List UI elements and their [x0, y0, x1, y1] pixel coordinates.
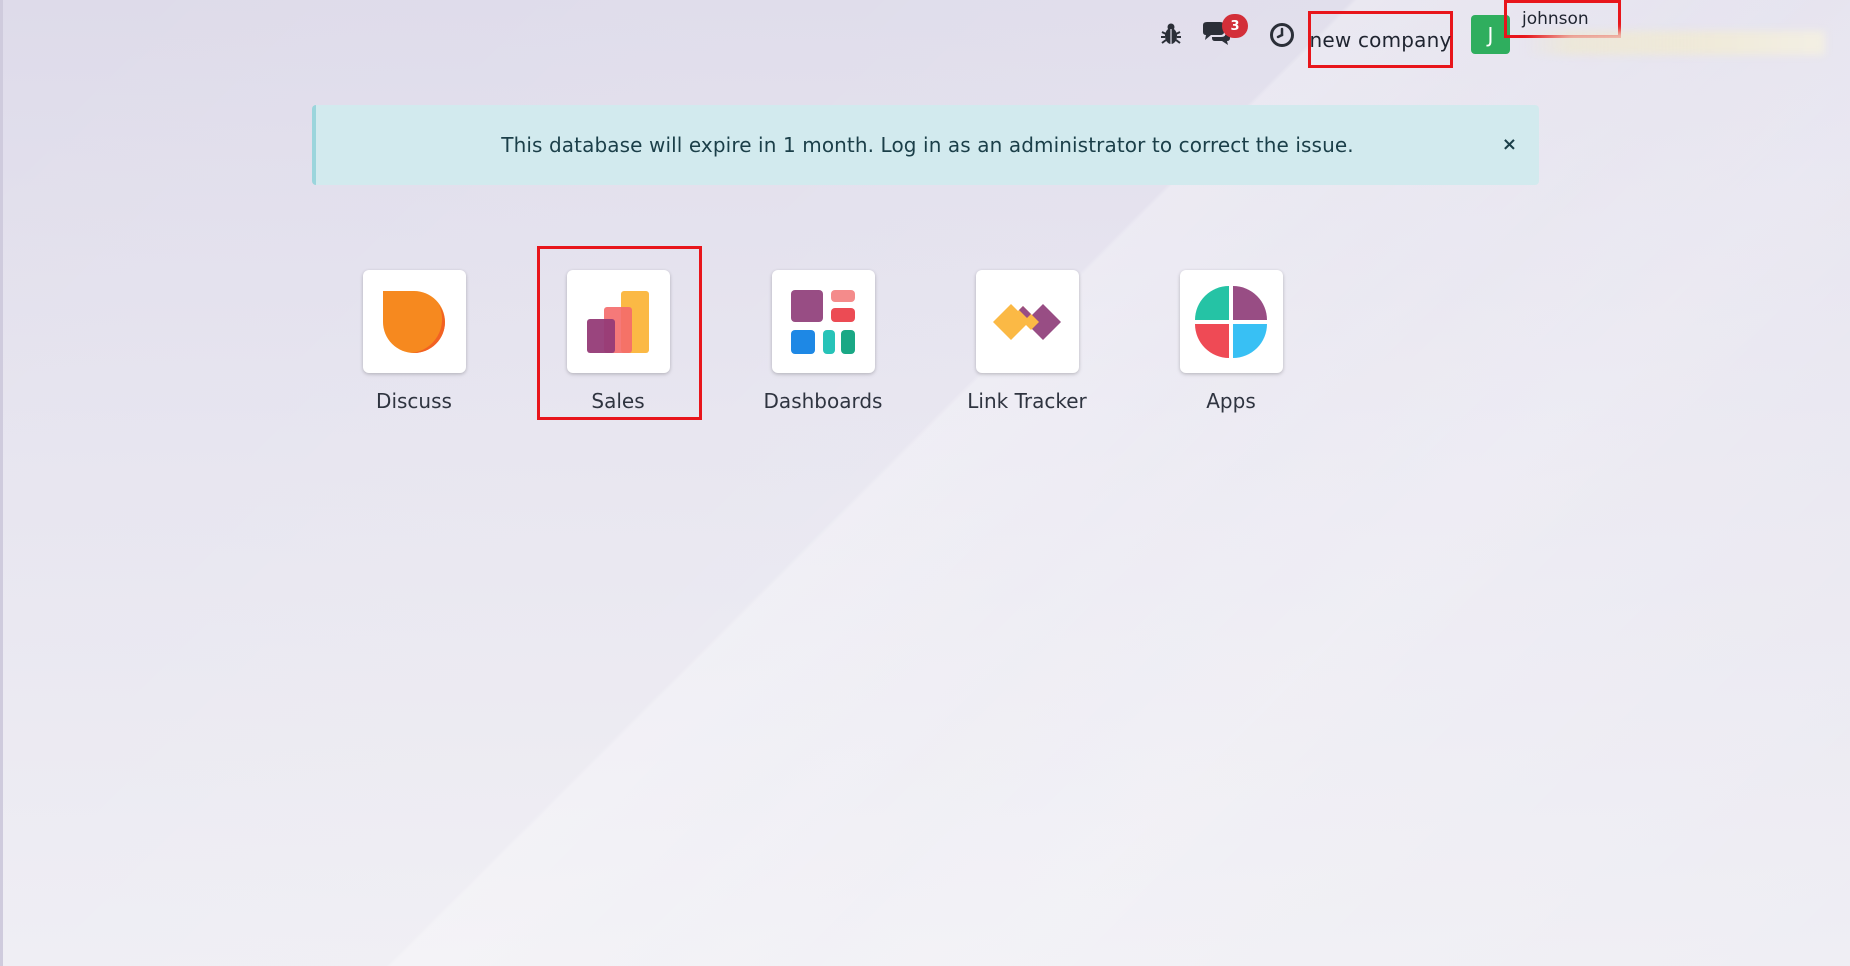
app-apps[interactable]: Apps	[1151, 270, 1311, 420]
app-discuss-label: Discuss	[376, 389, 452, 413]
avatar-initial: J	[1487, 22, 1494, 47]
dashboards-tile[interactable]	[771, 270, 875, 373]
app-discuss[interactable]: Discuss	[334, 270, 494, 420]
clock-icon[interactable]	[1269, 22, 1295, 48]
apps-tile[interactable]	[1179, 270, 1283, 373]
bug-icon[interactable]	[1160, 22, 1182, 46]
app-dashboards[interactable]: Dashboards	[743, 270, 903, 420]
app-link-tracker-label: Link Tracker	[967, 389, 1087, 413]
discuss-icon	[383, 290, 445, 353]
messages-count-badge: 3	[1222, 14, 1248, 38]
discuss-tile[interactable]	[362, 270, 466, 373]
app-dashboards-label: Dashboards	[763, 389, 883, 413]
dashboards-icon	[791, 289, 855, 354]
link-tracker-tile[interactable]	[975, 270, 1079, 373]
user-name: johnson	[1522, 9, 1589, 29]
sales-tile[interactable]	[566, 270, 670, 373]
app-sales[interactable]: Sales	[538, 270, 698, 420]
app-apps-label: Apps	[1206, 389, 1256, 413]
left-edge-border	[0, 0, 3, 966]
sales-icon	[587, 290, 649, 353]
app-link-tracker[interactable]: Link Tracker	[947, 270, 1107, 420]
apps-icon	[1195, 285, 1267, 358]
alert-close-button[interactable]: ×	[1502, 136, 1517, 154]
expiration-alert: This database will expire in 1 month. Lo…	[312, 105, 1539, 185]
redacted-area	[1525, 31, 1825, 55]
app-sales-label: Sales	[591, 389, 645, 413]
top-navbar: 3 new company J johnson	[0, 0, 1850, 70]
link-tracker-icon	[993, 303, 1061, 340]
company-name: new company	[1309, 27, 1452, 52]
alert-message: This database will expire in 1 month. Lo…	[501, 133, 1354, 157]
company-switcher[interactable]: new company	[1308, 11, 1453, 68]
